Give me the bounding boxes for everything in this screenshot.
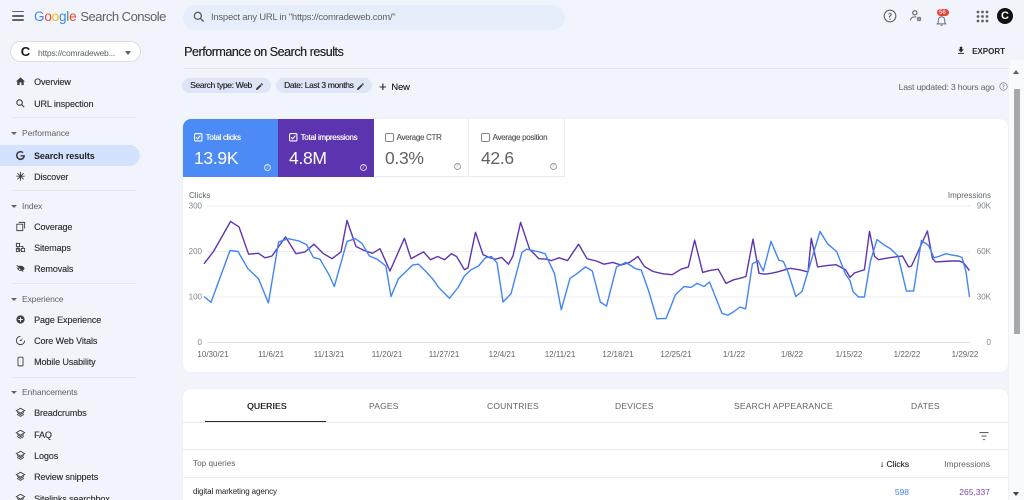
svg-text:100: 100	[189, 293, 203, 302]
svg-text:10/30/21: 10/30/21	[197, 350, 229, 359]
svg-text:Impressions: Impressions	[948, 191, 991, 200]
svg-text:12/11/21: 12/11/21	[545, 350, 576, 359]
svg-text:1/29/22: 1/29/22	[952, 350, 979, 359]
svg-text:12/25/21: 12/25/21	[660, 350, 692, 359]
svg-text:200: 200	[189, 247, 203, 256]
svg-text:1/1/22: 1/1/22	[723, 350, 746, 359]
svg-text:60K: 60K	[977, 247, 992, 256]
svg-text:Clicks: Clicks	[189, 191, 210, 200]
svg-text:12/4/21: 12/4/21	[489, 350, 516, 359]
svg-text:11/13/21: 11/13/21	[314, 350, 345, 359]
svg-text:0: 0	[198, 338, 203, 347]
svg-text:1/22/22: 1/22/22	[894, 350, 921, 359]
svg-text:12/18/21: 12/18/21	[602, 350, 634, 359]
svg-text:1/15/22: 1/15/22	[836, 350, 863, 359]
svg-text:1/8/22: 1/8/22	[781, 350, 804, 359]
svg-text:0: 0	[987, 338, 992, 347]
svg-text:11/20/21: 11/20/21	[372, 350, 403, 359]
svg-text:11/27/21: 11/27/21	[429, 350, 460, 359]
svg-text:90K: 90K	[977, 202, 992, 211]
svg-text:11/6/21: 11/6/21	[258, 350, 285, 359]
svg-text:300: 300	[189, 202, 203, 211]
svg-text:30K: 30K	[977, 293, 992, 302]
